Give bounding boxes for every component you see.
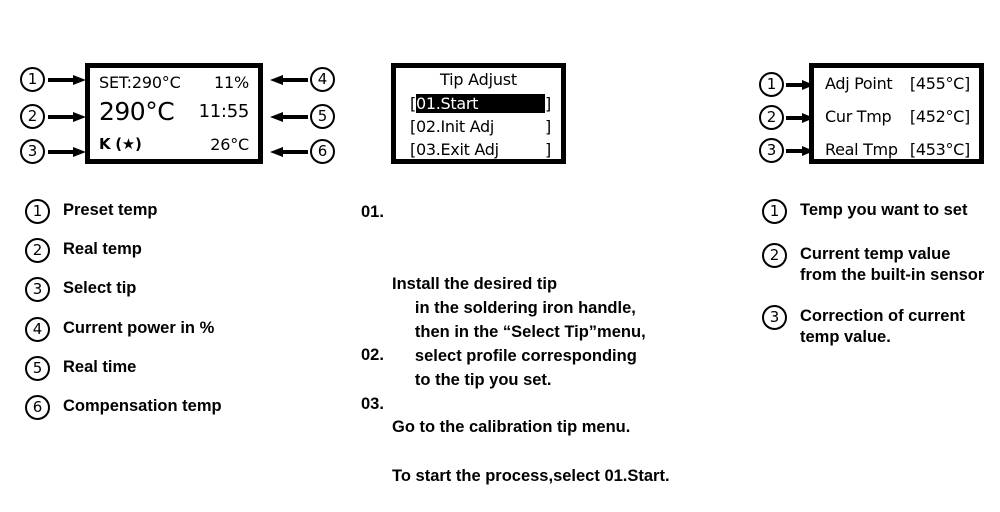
menu-bracket-close-3: ] [545,140,551,159]
legend-item-4: 4 Current power in % [25,317,214,342]
menu-item-label-2: 02.Init Adj [415,117,495,136]
menu-bracket-close-1: ] [545,94,551,113]
legend-label-4: Current power in % [63,319,215,337]
adj-legend-item-3: 3 Correction of current temp value. [762,305,965,348]
legend-circle-4: 4 [25,317,50,342]
lcd-row-realtemp: 290°C 11:55 [90,95,258,127]
adj-row-adj-point: Adj Point [455°C] [825,74,970,93]
instruction-step-3: 03. To start the process,select 01.Start… [361,392,670,512]
legend-circle-1: 1 [25,199,50,224]
menu-bracket-close-2: ] [545,117,551,136]
adj-legend-label-1: Temp you want to set [800,201,968,219]
adj-legend-item-2: 2 Current temp value from the built-in s… [762,243,984,286]
legend-item-1: 1 Preset temp [25,199,157,224]
instruction-number-2: 02. [361,346,384,364]
menu-title: Tip Adjust [440,70,517,89]
adj-point-label: Adj Point [825,74,893,93]
callout-number-3: 3 [20,139,45,164]
legend-circle-5: 5 [25,356,50,381]
legend-label-5: Real time [63,358,137,376]
legend-item-2: 2 Real temp [25,238,142,263]
legend-label-2: Real temp [63,240,142,258]
menu-item-init-adj[interactable]: [ 02.Init Adj ] [410,116,551,137]
legend-item-5: 5 Real time [25,356,136,381]
adj-row-real-tmp: Real Tmp [453°C] [825,140,970,159]
real-tmp-value: [453°C] [909,140,970,159]
tip-adjust-menu-display[interactable]: Tip Adjust [ 01.Start ] [ 02.Init Adj ] … [391,63,566,164]
lcd-row-tip: K (★) 26°C [90,130,258,158]
callout-arrow-left-4 [270,75,308,85]
callout-arrow-right-2 [48,112,86,122]
menu-item-label-3: 03.Exit Adj [415,140,499,159]
adj-callout-number-3: 3 [759,138,784,163]
instruction-text-3: To start the process,select 01.Start. [392,467,670,485]
setpoint-label-value: SET:290°C [99,72,181,92]
legend-circle-3: 3 [25,277,50,302]
real-tmp-label: Real Tmp [825,140,898,159]
legend-label-6: Compensation temp [63,397,222,415]
callout-number-6: 6 [310,139,335,164]
compensation-temp-value: 26°C [210,134,249,154]
lcd-row-setpoint: SET:290°C 11% [90,70,258,94]
callout-number-1: 1 [20,67,45,92]
adj-callout-number-1: 1 [759,72,784,97]
adj-callout-number-2: 2 [759,105,784,130]
menu-item-label-1: 01.Start [415,94,546,113]
callout-arrow-left-6 [270,147,308,157]
real-temp-value: 290°C [99,96,175,126]
legend-label-3: Select tip [63,279,137,297]
adj-legend-label-2: Current temp value from the built-in sen… [800,245,985,284]
tip-calibration-display[interactable]: Adj Point [455°C] Cur Tmp [452°C] Real T… [809,63,984,164]
legend-circle-2: 2 [25,238,50,263]
menu-item-exit-adj[interactable]: [ 03.Exit Adj ] [410,139,551,160]
instruction-number-3: 03. [361,395,384,413]
selected-tip-value: K (★) [99,135,142,153]
legend-label-1: Preset temp [63,201,158,219]
menu-item-start[interactable]: [ 01.Start ] [410,93,551,114]
adj-row-cur-tmp: Cur Tmp [452°C] [825,107,970,126]
callout-number-5: 5 [310,104,335,129]
power-percent-value: 11% [214,72,249,92]
instruction-number-1: 01. [361,203,384,221]
callout-number-2: 2 [20,104,45,129]
clock-value: 11:55 [198,100,250,122]
adj-legend-circle-1: 1 [762,199,787,224]
callout-arrow-left-5 [270,112,308,122]
callout-number-4: 4 [310,67,335,92]
main-lcd-display[interactable]: SET:290°C 11% 290°C 11:55 K (★) 26°C [85,63,263,164]
cur-tmp-value: [452°C] [909,107,970,126]
legend-item-6: 6 Compensation temp [25,395,222,420]
callout-arrow-right-1 [48,75,86,85]
adj-legend-item-1: 1 Temp you want to set [762,199,967,224]
legend-circle-6: 6 [25,395,50,420]
cur-tmp-label: Cur Tmp [825,107,892,126]
adj-legend-circle-3: 3 [762,305,787,330]
adj-legend-label-3: Correction of current temp value. [800,307,966,346]
legend-item-3: 3 Select tip [25,277,136,302]
callout-arrow-right-3 [48,147,86,157]
adj-legend-circle-2: 2 [762,243,787,268]
adj-point-value: [455°C] [909,74,970,93]
